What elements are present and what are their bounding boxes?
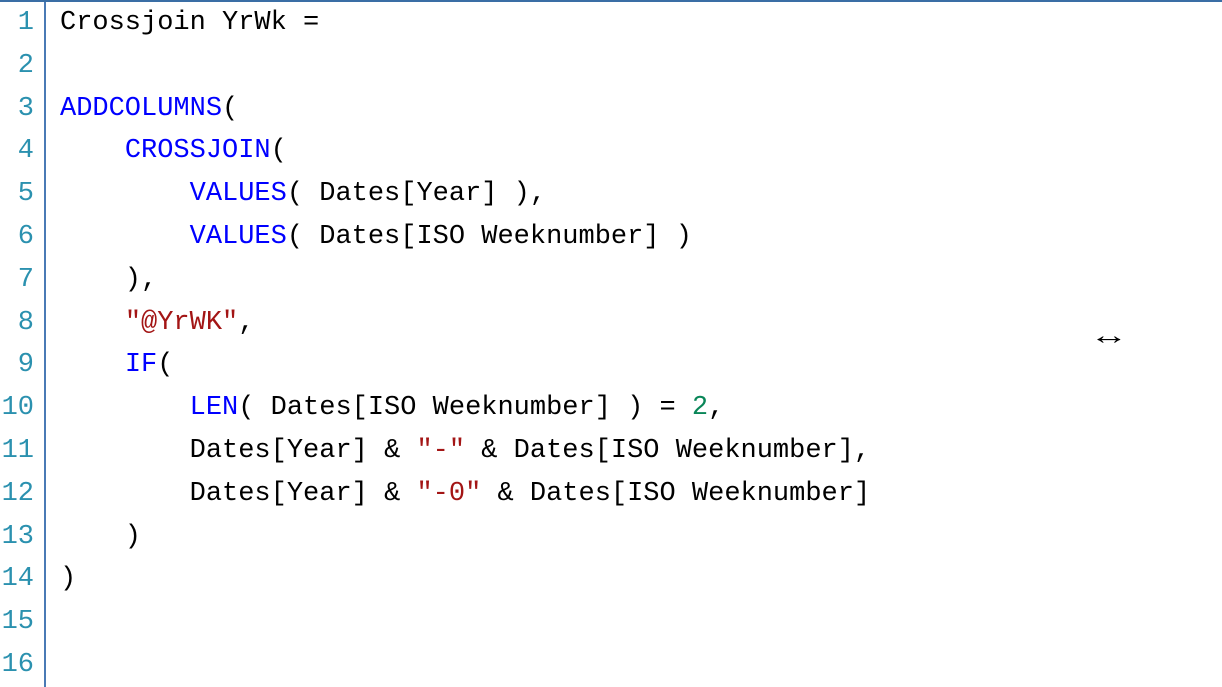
- line-number: 13: [0, 516, 46, 559]
- code-token: [481, 479, 497, 509]
- code-token: &: [384, 479, 400, 509]
- code-line[interactable]: VALUES( Dates[Year] ),: [60, 173, 1222, 216]
- code-line[interactable]: [60, 45, 1222, 88]
- code-line[interactable]: Dates[Year] & "-" & Dates[ISO Weeknumber…: [60, 430, 1222, 473]
- line-number: 1: [0, 2, 46, 45]
- code-token: &: [481, 436, 497, 466]
- code-line[interactable]: CROSSJOIN(: [60, 130, 1222, 173]
- line-number: 8: [0, 302, 46, 345]
- code-token: ,: [238, 308, 254, 338]
- code-line[interactable]: ADDCOLUMNS(: [60, 88, 1222, 131]
- code-token: VALUES: [190, 222, 287, 252]
- code-token: LEN: [190, 393, 239, 423]
- code-token: [60, 136, 125, 166]
- code-token: [400, 436, 416, 466]
- line-number: 7: [0, 259, 46, 302]
- code-line[interactable]: Crossjoin YrWk =: [60, 2, 1222, 45]
- line-number: 9: [0, 344, 46, 387]
- code-token: ,: [708, 393, 724, 423]
- code-editor[interactable]: 12345678910111213141516 Crossjoin YrWk =…: [0, 2, 1222, 687]
- code-token: "@YrWK": [125, 308, 238, 338]
- line-number: 12: [0, 473, 46, 516]
- code-token: "-": [416, 436, 465, 466]
- code-token: Dates[Year]: [60, 479, 384, 509]
- code-text-area[interactable]: Crossjoin YrWk =ADDCOLUMNS( CROSSJOIN( V…: [46, 2, 1222, 687]
- code-line[interactable]: IF(: [60, 344, 1222, 387]
- line-number: 15: [0, 601, 46, 644]
- code-token: =: [303, 8, 319, 38]
- code-token: (: [157, 350, 173, 380]
- line-number: 6: [0, 216, 46, 259]
- code-token: [60, 222, 190, 252]
- code-token: "-0": [416, 479, 481, 509]
- code-token: Dates[ISO Weeknumber]: [514, 479, 870, 509]
- code-line[interactable]: ): [60, 516, 1222, 559]
- code-token: ,: [854, 436, 870, 466]
- code-token: (: [222, 94, 238, 124]
- code-token: Dates[ISO Weeknumber]: [497, 436, 853, 466]
- line-number: 5: [0, 173, 46, 216]
- line-number: 2: [0, 45, 46, 88]
- code-token: IF: [125, 350, 157, 380]
- code-token: &: [497, 479, 513, 509]
- code-token: ( Dates[Year] ): [287, 179, 530, 209]
- code-token: ): [60, 265, 141, 295]
- line-number: 10: [0, 387, 46, 430]
- horizontal-resize-icon: ↔: [1097, 322, 1120, 352]
- code-line[interactable]: VALUES( Dates[ISO Weeknumber] ): [60, 216, 1222, 259]
- code-token: &: [384, 436, 400, 466]
- code-token: Crossjoin YrWk: [60, 8, 303, 38]
- code-token: ( Dates[ISO Weeknumber] ): [287, 222, 692, 252]
- code-token: CROSSJOIN: [125, 136, 271, 166]
- code-token: =: [660, 393, 676, 423]
- code-token: 2: [692, 393, 708, 423]
- code-token: ): [60, 564, 76, 594]
- line-number: 4: [0, 130, 46, 173]
- code-line[interactable]: ): [60, 558, 1222, 601]
- code-token: (: [271, 136, 287, 166]
- line-number: 16: [0, 644, 46, 687]
- code-line[interactable]: Dates[Year] & "-0" & Dates[ISO Weeknumbe…: [60, 473, 1222, 516]
- code-token: Dates[Year]: [60, 436, 384, 466]
- code-token: ADDCOLUMNS: [60, 94, 222, 124]
- code-line[interactable]: "@YrWK",: [60, 302, 1222, 345]
- code-token: ): [60, 522, 141, 552]
- code-token: [60, 179, 190, 209]
- code-token: [60, 308, 125, 338]
- code-token: [465, 436, 481, 466]
- code-token: VALUES: [190, 179, 287, 209]
- code-token: ,: [141, 265, 157, 295]
- code-line[interactable]: [60, 601, 1222, 644]
- code-line[interactable]: ),: [60, 259, 1222, 302]
- line-number: 14: [0, 558, 46, 601]
- code-line[interactable]: LEN( Dates[ISO Weeknumber] ) = 2,: [60, 387, 1222, 430]
- code-token: [676, 393, 692, 423]
- code-token: [60, 393, 190, 423]
- code-token: ( Dates[ISO Weeknumber] ): [238, 393, 659, 423]
- code-token: [60, 350, 125, 380]
- code-line[interactable]: [60, 644, 1222, 687]
- code-token: [400, 479, 416, 509]
- line-number: 3: [0, 88, 46, 131]
- line-number: 11: [0, 430, 46, 473]
- line-number-gutter: 12345678910111213141516: [0, 2, 46, 687]
- code-token: ,: [530, 179, 546, 209]
